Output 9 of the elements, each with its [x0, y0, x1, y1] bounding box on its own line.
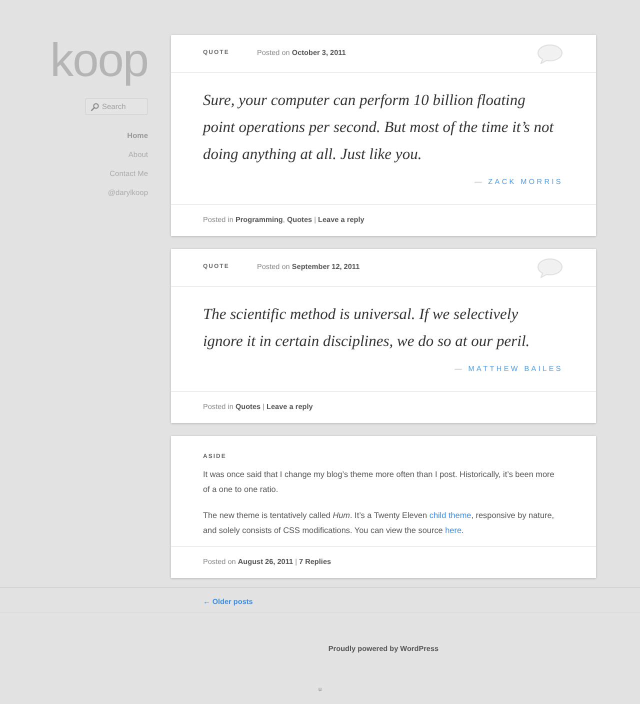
speech-bubble-icon[interactable]: [537, 44, 563, 64]
post-paragraph: It was once said that I change my blog’s theme more often than I post. Historically, it’s been more of a one to one ratio.: [203, 469, 556, 496]
text-link[interactable]: child theme: [429, 511, 472, 520]
speech-bubble-icon[interactable]: [537, 258, 563, 278]
quote-text: The scientific method is universal. If we selectively ignore it in certain disciplines, we do so at our peril.: [203, 305, 531, 352]
search-icon: [91, 102, 99, 110]
post-paragraph: The new theme is tentatively called Hum. It’s a Twenty Eleven child theme, responsive by nature, and solely consists of CSS modifications. You can view the source here.: [203, 510, 556, 537]
quote-text: Sure, your computer can perform 10 billion floating point operations per second. But most of the time it’s not doing anything at all. Just like you.: [203, 91, 555, 165]
text-link[interactable]: here: [445, 526, 462, 535]
